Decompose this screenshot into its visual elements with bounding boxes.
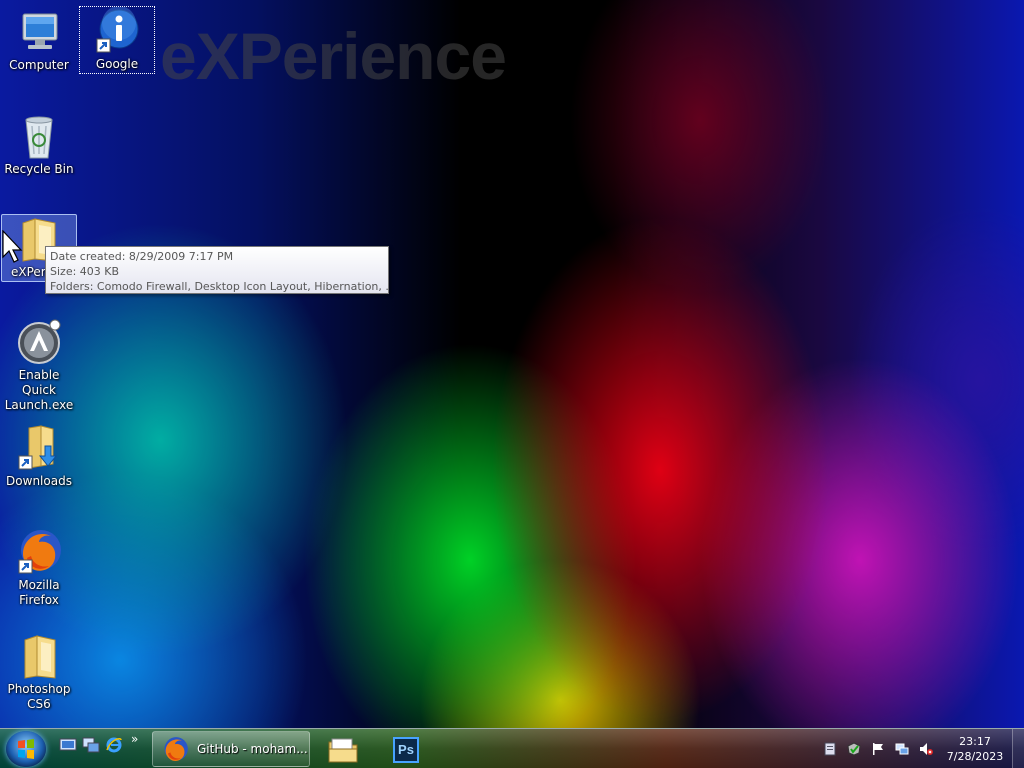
switch-windows-icon[interactable] xyxy=(82,737,100,753)
desktop-icon-enable-quick-launch[interactable]: Enable Quick Launch.exe xyxy=(1,318,77,413)
taskbar-button-label: GitHub - moham... xyxy=(197,742,308,756)
taskbar-button-firefox[interactable]: GitHub - moham... xyxy=(152,731,310,767)
firefox-icon xyxy=(15,528,63,576)
desktop-icon-photoshop-cs6[interactable]: Photoshop CS6 xyxy=(1,632,77,712)
tooltip-date-created: Date created: 8/29/2009 7:17 PM xyxy=(50,250,234,263)
mouse-pointer-icon xyxy=(2,229,24,268)
desktop-icon-label: Photoshop CS6 xyxy=(7,682,71,711)
volume-muted-icon[interactable] xyxy=(919,741,933,755)
quick-launch-more-button[interactable]: » xyxy=(131,732,138,746)
internet-explorer-icon[interactable] xyxy=(105,737,123,753)
windows-explorer-icon xyxy=(327,736,359,768)
desktop-icon-mozilla-firefox[interactable]: Mozilla Firefox xyxy=(1,528,77,608)
tooltip-size: Size: 403 KB xyxy=(50,265,120,278)
desktop-icon-label: Google xyxy=(95,57,139,71)
desktop-icon-label: Computer xyxy=(9,58,69,72)
desktop-icon-label: Mozilla Firefox xyxy=(18,578,60,607)
windows-logo-icon xyxy=(18,739,34,759)
clock-date: 7/28/2023 xyxy=(946,750,1004,763)
security-icon[interactable] xyxy=(847,741,861,756)
downloads-folder-icon xyxy=(15,424,63,472)
desktop-icon-label: Recycle Bin xyxy=(4,162,74,176)
tooltip-folders: Folders: Comodo Firewall, Desktop Icon L… xyxy=(50,280,389,293)
taskbar-button-photoshop[interactable]: Ps xyxy=(380,731,428,767)
system-clock[interactable]: 23:17 7/28/2023 xyxy=(944,734,1006,764)
computer-icon xyxy=(15,8,63,56)
desktop-icon-recycle-bin[interactable]: Recycle Bin xyxy=(1,112,77,177)
clock-time: 23:17 xyxy=(959,735,991,748)
taskbar-button-windows-explorer[interactable] xyxy=(320,731,366,767)
desktop-icon-google[interactable]: Google xyxy=(79,6,155,74)
network-icon[interactable] xyxy=(895,741,909,755)
start-button[interactable] xyxy=(6,731,46,767)
firefox-icon xyxy=(161,736,189,768)
recycle-bin-icon xyxy=(15,112,63,160)
launcher-icon xyxy=(15,318,63,366)
flag-icon[interactable] xyxy=(871,741,885,755)
folder-info-tooltip: Date created: 8/29/2009 7:17 PM Size: 40… xyxy=(45,246,389,294)
show-desktop-icon[interactable] xyxy=(59,737,77,753)
desktop-icon-label: Downloads xyxy=(6,474,72,488)
desktop-icon-label: Enable Quick Launch.exe xyxy=(4,368,74,412)
desktop-icon-computer[interactable]: Computer xyxy=(1,8,77,73)
info-shortcut-icon xyxy=(93,6,141,55)
desktop-icon-downloads[interactable]: Downloads xyxy=(1,424,77,489)
action-center-icon[interactable] xyxy=(823,741,837,756)
taskbar: » GitHub - moham... Ps 23:17 7/28/2023 xyxy=(0,728,1024,768)
show-desktop-button[interactable] xyxy=(1012,729,1024,768)
wallpaper-watermark: eXPerience xyxy=(160,19,507,93)
folder-icon xyxy=(15,632,63,680)
photoshop-icon: Ps xyxy=(393,737,419,763)
